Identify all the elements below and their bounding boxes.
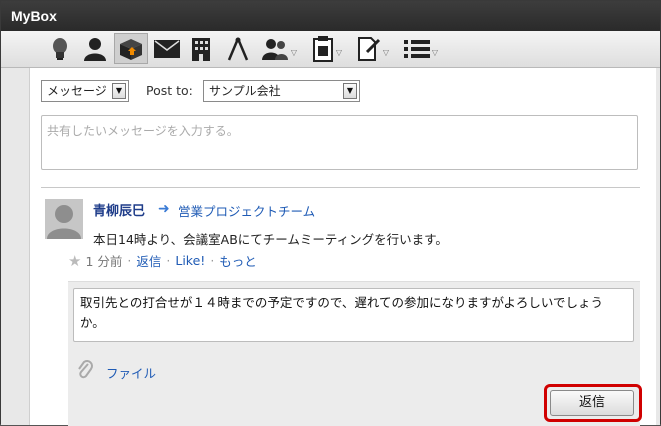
- right-gutter: [656, 68, 660, 425]
- chevron-down-icon: ▽: [290, 48, 298, 57]
- timestamp: 1 分前: [85, 254, 123, 269]
- post-to-value: サンプル会社: [209, 84, 281, 98]
- dropdown-arrow-icon[interactable]: ▼: [112, 83, 126, 99]
- post-to-select[interactable]: サンプル会社 ▼: [203, 80, 360, 102]
- chevron-down-icon: ▽: [382, 48, 390, 57]
- compass-icon[interactable]: [225, 33, 251, 64]
- left-gutter: [1, 68, 29, 425]
- message-input[interactable]: 共有したいメッセージを入力する。: [41, 115, 638, 170]
- feed-message: 本日14時より、会議室ABにてチームミーティングを行います。: [93, 232, 448, 247]
- dropdown-arrow-icon[interactable]: ▼: [343, 83, 357, 99]
- avatar[interactable]: [45, 199, 83, 239]
- like-link[interactable]: Like!: [175, 253, 205, 268]
- reply-link[interactable]: 返信: [136, 251, 161, 270]
- message-placeholder: 共有したいメッセージを入力する。: [47, 124, 239, 138]
- author-name[interactable]: 青柳辰巳: [93, 200, 145, 219]
- paperclip-icon[interactable]: [76, 359, 94, 384]
- box-icon[interactable]: [114, 33, 148, 64]
- post-to-label: Post to:: [146, 83, 193, 98]
- message-type-value: メッセージ: [47, 84, 107, 98]
- arrow-right-icon: ➜: [158, 201, 170, 217]
- title-bar: MyBox: [1, 1, 660, 31]
- star-icon[interactable]: ★: [68, 252, 81, 270]
- document-icon[interactable]: ▽: [307, 33, 347, 64]
- app-window: MyBox ▽ ▽ ▽ ▽ メッセージ ▼ Post to: サンプル会社 ▼ …: [0, 0, 661, 426]
- mail-icon[interactable]: [153, 33, 181, 64]
- person-icon[interactable]: [81, 33, 109, 64]
- divider: [41, 187, 640, 188]
- reply-text: 取引先との打合せが１４時までの予定ですので、遅れての参加になりますがよろしいでし…: [80, 295, 604, 330]
- chevron-down-icon: ▽: [335, 48, 343, 57]
- feed-meta: ★ 1 分前 · 返信 · Like! · もっと: [68, 251, 257, 270]
- people-icon[interactable]: ▽: [259, 33, 299, 64]
- reply-submit-button[interactable]: 返信: [550, 390, 634, 416]
- edit-document-icon[interactable]: ▽: [353, 33, 393, 64]
- app-title: MyBox: [11, 8, 57, 24]
- list-icon[interactable]: ▽: [399, 33, 443, 64]
- building-icon[interactable]: [189, 33, 213, 64]
- message-type-select[interactable]: メッセージ ▼: [41, 80, 129, 102]
- more-link[interactable]: もっと: [219, 251, 257, 270]
- group-link[interactable]: 営業プロジェクトチーム: [178, 201, 315, 220]
- reply-input[interactable]: 取引先との打合せが１４時までの予定ですので、遅れての参加になりますがよろしいでし…: [73, 288, 634, 342]
- chevron-down-icon: ▽: [431, 48, 439, 57]
- toolbar: ▽ ▽ ▽ ▽: [1, 31, 660, 68]
- lightbulb-icon[interactable]: [47, 33, 73, 64]
- file-link[interactable]: ファイル: [106, 363, 156, 382]
